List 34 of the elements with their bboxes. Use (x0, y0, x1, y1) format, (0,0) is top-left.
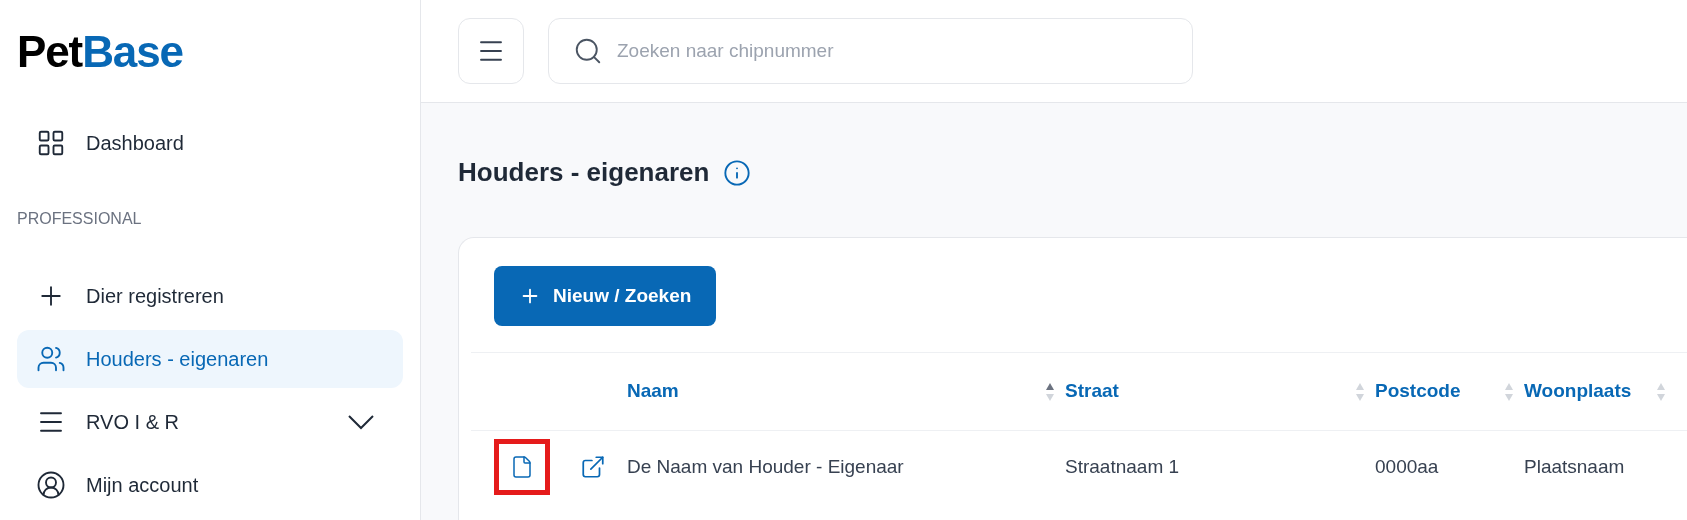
document-icon (510, 455, 534, 479)
users-icon (36, 344, 66, 374)
column-header[interactable]: Postcode (1375, 377, 1461, 406)
table-cell: Plaatsnaam (1524, 455, 1625, 477)
column-header[interactable]: Naam (627, 377, 679, 406)
sort-icon[interactable] (1045, 381, 1055, 402)
nav-label: Dier registreren (86, 283, 224, 309)
nav-label: Mijn account (86, 473, 199, 499)
nav-item[interactable]: RVO I & R (17, 393, 403, 451)
column-header[interactable]: Woonplaats (1524, 377, 1632, 406)
search-bar[interactable]: Zoeken naar chipnummer (548, 18, 1193, 84)
chevron-icon[interactable] (348, 414, 374, 430)
menu-button[interactable] (458, 18, 524, 84)
nav-item[interactable]: Dier registreren (17, 267, 403, 325)
table-cell: 0000aa (1375, 455, 1439, 477)
nav-item[interactable]: Dashboard (17, 114, 403, 172)
info-icon[interactable] (723, 158, 752, 187)
nav-label: RVO I & R (86, 410, 179, 436)
table-cell: De Naam van Houder - Eigenaar (627, 455, 904, 477)
nav-label: Houders - eigenaren (86, 347, 269, 372)
section-label: PROFESSIONAL (17, 209, 143, 230)
nav-item[interactable]: Houders - eigenaren (17, 330, 403, 388)
search-field[interactable]: Zoeken naar chipnummer (617, 36, 1168, 66)
search-icon (573, 36, 603, 66)
page-title: Houders - eigenaren (458, 156, 710, 189)
external-link-icon[interactable] (580, 454, 606, 480)
column-header[interactable]: Straat (1065, 377, 1119, 406)
table-cell: Straatnaam 1 (1065, 455, 1180, 477)
nav-item[interactable]: Mijn account (17, 456, 403, 514)
document-button[interactable] (494, 439, 550, 495)
user-circle-icon (36, 470, 66, 501)
nav-label: Dashboard (86, 130, 184, 156)
logo[interactable]: PetBase (17, 30, 403, 74)
new-button[interactable]: Nieuw / Zoeken (494, 266, 717, 326)
